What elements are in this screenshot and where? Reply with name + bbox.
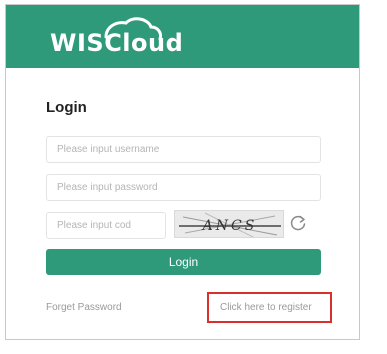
header-bar: WISCloud	[6, 5, 359, 68]
captcha-image: ANCS	[174, 210, 284, 238]
forget-password-link[interactable]: Forget Password	[46, 301, 122, 315]
register-link[interactable]: Click here to register	[220, 301, 312, 315]
password-input[interactable]	[46, 174, 321, 201]
brand-logo: WISCloud	[50, 15, 184, 59]
captcha-graphic: ANCS	[175, 211, 283, 237]
logo-text: WISCloud	[50, 29, 184, 57]
captcha-input[interactable]	[46, 212, 166, 239]
login-button[interactable]: Login	[46, 249, 321, 275]
captcha-text: ANCS	[201, 218, 258, 234]
username-input[interactable]	[46, 136, 321, 163]
login-title: Login	[46, 99, 87, 116]
refresh-icon[interactable]	[289, 214, 307, 232]
login-panel: WISCloud Login ANCS Login Forget Passwor…	[5, 4, 360, 340]
